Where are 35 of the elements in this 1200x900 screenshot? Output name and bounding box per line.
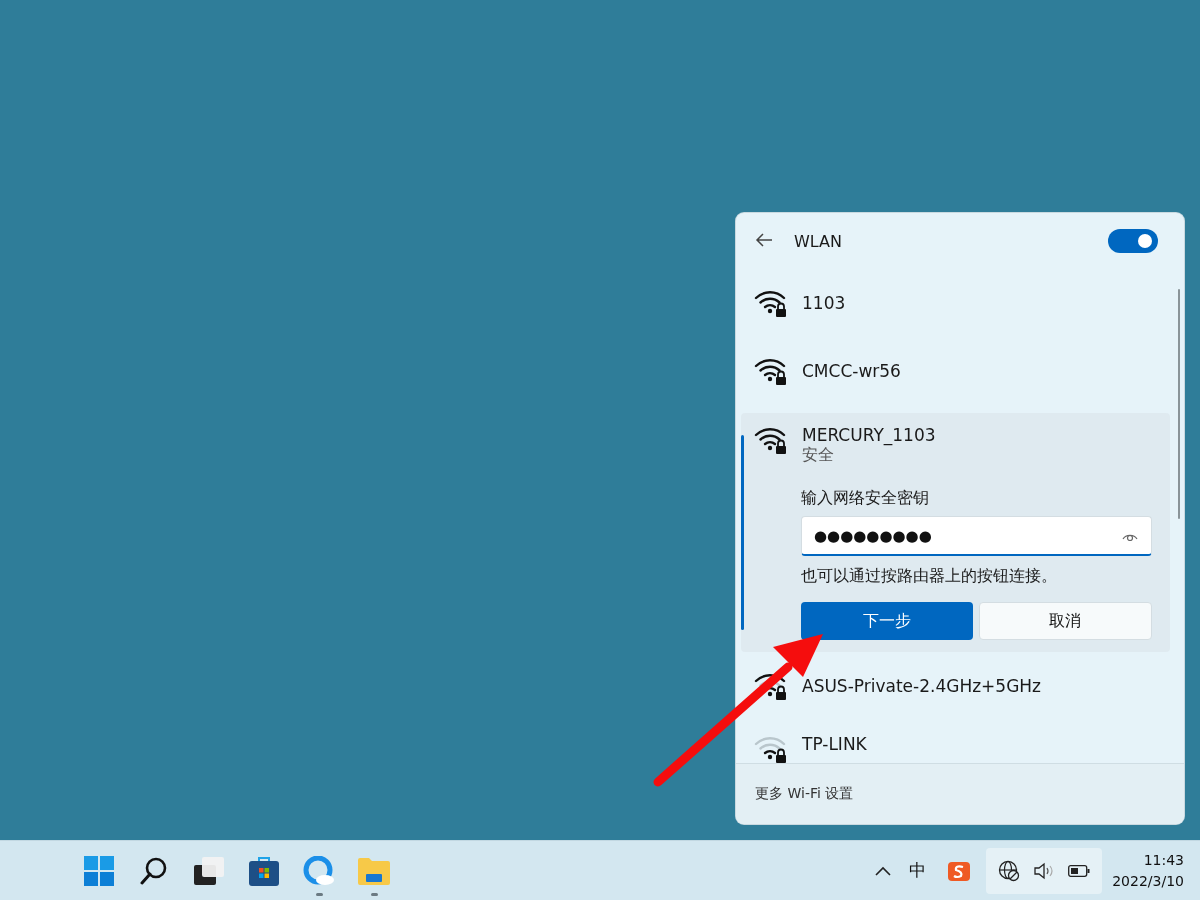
browser-icon[interactable] [303, 855, 335, 886]
shopping-bag-icon[interactable] [249, 855, 279, 886]
chevron-up-icon[interactable] [875, 865, 892, 876]
network-name[interactable]: CMCC-wr56 [802, 361, 901, 381]
hint-text: 也可以通过按路由器上的按钮连接。 [801, 566, 1058, 587]
panel-title: WLAN [794, 231, 843, 251]
folder-icon[interactable] [358, 856, 390, 885]
search-icon[interactable] [140, 855, 168, 886]
battery-icon[interactable] [1068, 864, 1091, 877]
key-label: 输入网络安全密钥 [801, 488, 930, 509]
clock-date[interactable]: 2022/3/10 [1112, 870, 1184, 892]
wifi-lock-icon [754, 671, 788, 701]
cancel-button[interactable]: 取消 [978, 602, 1152, 640]
network-status: 安全 [802, 445, 834, 466]
clock-time[interactable]: 11:43 [1143, 849, 1184, 871]
wifi-lock-icon [754, 356, 788, 386]
network-name[interactable]: ASUS-Private-2.4GHz+5GHz [802, 676, 1042, 696]
next-button[interactable]: 下一步 [801, 602, 973, 640]
wifi-lock-icon [754, 734, 788, 763]
network-name[interactable]: TP-LINK [802, 734, 867, 754]
wifi-lock-icon [754, 425, 788, 455]
scrollbar[interactable] [1178, 289, 1180, 519]
input-method-icon[interactable] [948, 859, 971, 882]
wifi-settings-link[interactable]: 更多 Wi-Fi 设置 [755, 785, 854, 803]
ime-indicator[interactable]: 中 [909, 859, 927, 882]
password-field[interactable]: ●●●●●●●●● [801, 516, 1152, 556]
network-name: MERCURY_1103 [802, 425, 936, 445]
network-name[interactable]: 1103 [802, 293, 846, 313]
wifi-lock-icon [754, 288, 788, 318]
network-item[interactable]: MERCURY_1103 安全 输入网络安全密钥 ●●●●●●●●● 也可以通过按路由器上的按钮连接。 下一步 取消 [741, 413, 1170, 652]
globe-blocked-icon[interactable] [998, 859, 1021, 882]
windows-logo-icon[interactable] [84, 855, 114, 886]
wifi-toggle[interactable] [1108, 229, 1158, 253]
speaker-icon[interactable] [1034, 861, 1055, 880]
overlapping-squares-icon[interactable] [194, 856, 224, 885]
